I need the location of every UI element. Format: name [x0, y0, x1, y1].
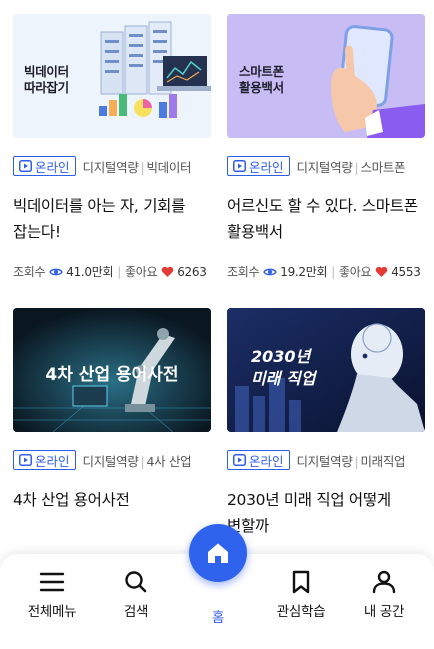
course-stats: 조회수 41.0만회 | 좋아요 6263 [13, 263, 207, 280]
thumbnail-title-line1: 스마트폰 [239, 64, 284, 79]
course-card[interactable]: 빅데이터 따라잡기 온라인 디지털역량 | 빅데이터 빅데이터를 아는 자, 기회를… [13, 14, 211, 289]
course-meta: 온라인 디지털역량 | 미래직업 [227, 450, 406, 470]
nav-menu[interactable]: 전체메뉴 [12, 570, 92, 620]
course-thumbnail[interactable]: 스마트폰 활용백서 [227, 14, 425, 138]
nav-home[interactable]: 홈 [178, 600, 258, 626]
nav-saved-label: 관심학습 [276, 604, 326, 620]
views-count: 41.0만회 [66, 265, 114, 279]
course-meta: 온라인 디지털역량 | 스마트폰 [227, 156, 406, 176]
category-label: 디지털역량 [82, 453, 139, 469]
online-badge: 온라인 [227, 156, 290, 176]
home-icon [208, 543, 228, 563]
course-category: 디지털역량 | 빅데이터 [83, 157, 192, 176]
course-title[interactable]: 4차 산업 용어사전 [13, 487, 211, 513]
heart-icon [161, 266, 174, 277]
course-category: 디지털역량 | 미래직업 [297, 451, 406, 470]
course-category: 디지털역량 | 4사 산업 [83, 451, 192, 470]
course-thumbnail[interactable]: 2030년 미래 직업 [227, 308, 425, 432]
nav-search-label: 검색 [123, 604, 149, 620]
hamburger-menu-icon [39, 572, 65, 592]
thumbnail-title-line1: 2030년 [251, 347, 311, 366]
badge-label: 온라인 [249, 159, 284, 175]
heart-icon [375, 266, 388, 277]
thumbnail-title-line2: 미래 직업 [251, 369, 316, 388]
category-divider: | [140, 453, 145, 469]
category-label: 디지털역량 [296, 453, 353, 469]
thumbnail-title: 4차 산업 용어사전 [45, 365, 179, 385]
views-label: 조회수 [227, 265, 260, 279]
course-thumbnail[interactable]: 4차 산업 용어사전 [13, 308, 211, 432]
category-divider: | [354, 159, 359, 175]
bookmark-icon [292, 570, 310, 594]
badge-label: 온라인 [249, 453, 284, 469]
course-thumbnail[interactable]: 빅데이터 따라잡기 [13, 14, 211, 138]
stats-divider: | [331, 264, 335, 279]
play-icon [19, 160, 32, 172]
online-badge: 온라인 [227, 450, 290, 470]
play-icon [233, 454, 246, 466]
online-badge: 온라인 [13, 450, 76, 470]
thumbnail-title-line1: 빅데이터 [24, 64, 69, 79]
nav-saved[interactable]: 관심학습 [261, 570, 341, 620]
home-button[interactable] [189, 524, 247, 582]
category-divider: | [140, 159, 145, 175]
category-label: 디지털역량 [296, 159, 353, 175]
online-badge: 온라인 [13, 156, 76, 176]
category-divider: | [354, 453, 359, 469]
user-icon [372, 570, 396, 594]
badge-label: 온라인 [35, 159, 70, 175]
badge-label: 온라인 [35, 453, 70, 469]
course-title[interactable]: 2030년 미래 직업 어떻게 변할까 [227, 487, 425, 539]
play-icon [233, 160, 246, 172]
category-label: 디지털역량 [82, 159, 139, 175]
nav-search[interactable]: 검색 [96, 570, 176, 620]
likes-count: 6263 [177, 264, 207, 279]
course-card[interactable]: 2030년 미래 직업 온라인 디지털역량 | 미래직업 2030년 미래 직업 어… [227, 308, 425, 548]
views-count: 19.2만회 [280, 265, 328, 279]
stats-divider: | [117, 264, 121, 279]
views-label: 조회수 [13, 265, 46, 279]
search-icon [125, 571, 147, 593]
play-icon [19, 454, 32, 466]
eye-icon [263, 268, 278, 275]
course-title[interactable]: 빅데이터를 아는 자, 기회를 잡는다! [13, 193, 211, 245]
course-stats: 조회수 19.2만회 | 좋아요 4553 [227, 263, 421, 280]
nav-mine-label: 내 공간 [363, 604, 405, 620]
nav-home-label: 홈 [211, 610, 225, 626]
subcategory-label: 미래직업 [360, 453, 406, 469]
likes-label: 좋아요 [124, 265, 158, 279]
subcategory-label: 4사 산업 [146, 453, 192, 469]
course-meta: 온라인 디지털역량 | 4사 산업 [13, 450, 192, 470]
course-card[interactable]: 스마트폰 활용백서 온라인 디지털역량 | 스마트폰 어르신도 할 수 있다. 스마… [227, 14, 425, 289]
nav-mine[interactable]: 내 공간 [344, 570, 424, 620]
likes-count: 4553 [391, 264, 421, 279]
course-category: 디지털역량 | 스마트폰 [297, 157, 406, 176]
thumbnail-title-line2: 활용백서 [239, 80, 284, 95]
course-card[interactable]: 4차 산업 용어사전 온라인 디지털역량 | 4사 산업 4차 산업 용어사전 [13, 308, 211, 548]
subcategory-label: 스마트폰 [360, 159, 406, 175]
likes-label: 좋아요 [338, 265, 372, 279]
nav-menu-label: 전체메뉴 [27, 604, 77, 620]
course-title[interactable]: 어르신도 할 수 있다. 스마트폰 활용백서 [227, 193, 425, 245]
subcategory-label: 빅데이터 [146, 159, 192, 175]
thumbnail-title-line2: 따라잡기 [24, 80, 69, 95]
eye-icon [49, 268, 64, 275]
course-meta: 온라인 디지털역량 | 빅데이터 [13, 156, 192, 176]
